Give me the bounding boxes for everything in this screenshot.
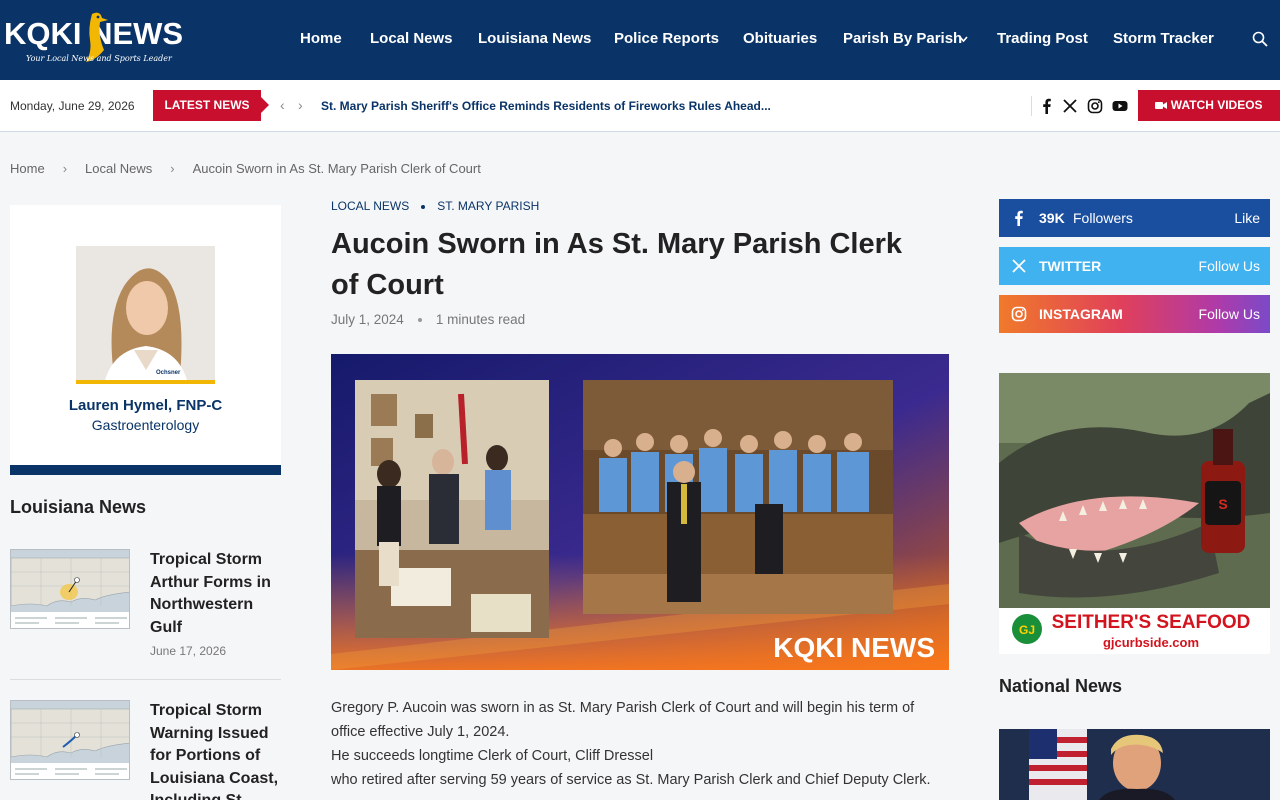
facebook-count: 39K [1039, 210, 1065, 226]
nav-parish-by-parish[interactable]: Parish By Parish [843, 30, 962, 47]
twitter-label: TWITTER [1039, 258, 1102, 274]
svg-text:S: S [1218, 496, 1227, 512]
article-hero-image: KQKI NEWS [331, 354, 949, 670]
category-local-news[interactable]: LOCAL NEWS [331, 199, 409, 213]
provider-photo: Ochsner [76, 246, 215, 384]
provider-portrait-illustration [76, 246, 215, 384]
top-navigation-bar: KQKI NEWS Your Local News and Sports Lea… [0, 0, 1280, 80]
storm-map-image [11, 701, 129, 779]
facebook-like-label: Like [1234, 210, 1260, 226]
nav-trading-post[interactable]: Trading Post [997, 30, 1088, 47]
news-ticker-bar: Monday, June 29, 2026 LATEST NEWS ‹ › St… [0, 80, 1280, 132]
instagram-follow-box[interactable]: INSTAGRAM Follow Us [999, 295, 1270, 333]
provider-specialty: Gastroenterology [91, 417, 200, 433]
article-paragraph: who retired after serving 59 years of se… [331, 772, 931, 788]
article-date: July 1, 2024 [331, 312, 404, 327]
meta-separator [417, 318, 422, 323]
provider-name: Lauren Hymel, FNP-C [68, 397, 223, 414]
article-categories: LOCAL NEWS ST. MARY PARISH [331, 199, 539, 213]
ad-url: gjcurbside.com [1103, 635, 1199, 650]
nav-police-reports[interactable]: Police Reports [614, 30, 719, 47]
article-meta: July 1, 2024 1 minutes read [331, 312, 525, 327]
nav-louisiana-news[interactable]: Louisiana News [478, 30, 591, 47]
social-divider [1031, 96, 1032, 116]
photo-accent-stripe [76, 380, 215, 384]
nav-storm-tracker[interactable]: Storm Tracker [1113, 30, 1214, 47]
sidebar-news-item[interactable]: Tropical Storm Arthur Forms in Northwest… [10, 549, 281, 669]
sidebar-news-item[interactable]: Tropical Storm Warning Issued for Portio… [10, 700, 281, 800]
storm-map-thumbnail[interactable] [10, 700, 130, 780]
ticker-prev-icon[interactable]: ‹ [280, 97, 285, 113]
sidebar-news-date: June 17, 2026 [150, 644, 227, 658]
hero-watermark: KQKI NEWS [773, 632, 935, 663]
breadcrumb-current: Aucoin Sworn in As St. Mary Parish Clerk… [192, 161, 481, 176]
sidebar-news-title[interactable]: Tropical Storm Arthur Forms in Northwest… [150, 549, 281, 639]
instagram-icon[interactable] [1087, 98, 1103, 114]
national-news-photo [999, 729, 1270, 800]
ad-logo: GJ [1019, 623, 1035, 637]
ticker-next-icon[interactable]: › [298, 97, 303, 113]
national-news-thumbnail[interactable] [999, 729, 1270, 800]
x-twitter-icon [1012, 259, 1026, 273]
youtube-icon[interactable] [1112, 98, 1128, 114]
louisiana-news-heading: Louisiana News [10, 497, 147, 517]
storm-map-thumbnail[interactable] [10, 549, 130, 629]
ticker-headline-link[interactable]: St. Mary Parish Sheriff's Office Reminds… [321, 99, 771, 113]
article-read-time: 1 minutes read [435, 312, 526, 327]
facebook-icon[interactable] [1039, 98, 1055, 114]
article-title: Aucoin Sworn in As St. Mary Parish Clerk… [331, 228, 903, 301]
ochsner-advertisement[interactable]: Ochsner Lauren Hymel, FNP-C Gastroentero… [10, 205, 281, 475]
article-body: Gregory P. Aucoin was sworn in as St. Ma… [331, 696, 949, 792]
nav-obituaries[interactable]: Obituaries [743, 30, 817, 47]
watch-videos-label: WATCH VIDEOS [1170, 98, 1263, 112]
watch-videos-button[interactable]: WATCH VIDEOS [1138, 90, 1280, 121]
facebook-icon [1015, 210, 1023, 226]
instagram-label: INSTAGRAM [1039, 306, 1123, 322]
article-paragraph: Gregory P. Aucoin was sworn in as St. Ma… [331, 700, 915, 740]
sidebar-divider [10, 679, 281, 680]
chevron-down-icon[interactable] [959, 36, 968, 43]
search-icon[interactable] [1252, 31, 1268, 47]
article-paragraph: He succeeds longtime Clerk of Court, Cli… [331, 748, 654, 764]
storm-map-image [11, 550, 129, 628]
facebook-follow-box[interactable]: 39K Followers Like [999, 199, 1270, 237]
x-twitter-icon[interactable] [1062, 98, 1078, 114]
category-separator [421, 204, 426, 209]
current-date: Monday, June 29, 2026 [10, 99, 135, 113]
video-camera-icon [1155, 102, 1168, 109]
photo-badge: Ochsner [156, 370, 181, 376]
swearing-in-photo-collage: KQKI NEWS [331, 354, 949, 670]
breadcrumb-separator-icon: › [170, 161, 175, 176]
breadcrumb-separator-icon: › [62, 161, 68, 176]
category-st-mary-parish[interactable]: ST. MARY PARISH [437, 199, 539, 213]
breadcrumb: Home › Local News › Aucoin Sworn in As St. M… [10, 161, 481, 176]
instagram-icon [1011, 306, 1027, 322]
nav-local-news[interactable]: Local News [370, 30, 453, 47]
main-nav: Home Local News Louisiana News Police Re… [0, 0, 1280, 80]
ad-footer-bar [10, 465, 281, 475]
nav-home[interactable]: Home [300, 30, 342, 47]
facebook-followers-label: Followers [1073, 210, 1133, 226]
breadcrumb-home[interactable]: Home [10, 161, 45, 176]
ad-brand: SEITHER'S SEAFOOD [1052, 612, 1251, 633]
breadcrumb-local-news[interactable]: Local News [85, 161, 152, 176]
alligator-hot-sauce-photo: S SEITHER'S SEAFOOD gjcurbside.com GJ [999, 373, 1270, 654]
instagram-follow-label: Follow Us [1198, 306, 1260, 322]
twitter-follow-label: Follow Us [1198, 258, 1260, 274]
twitter-follow-box[interactable]: TWITTER Follow Us [999, 247, 1270, 285]
seithers-seafood-advertisement[interactable]: S SEITHER'S SEAFOOD gjcurbside.com GJ [999, 373, 1270, 654]
sidebar-news-title[interactable]: Tropical Storm Warning Issued for Portio… [150, 700, 281, 800]
latest-news-badge: LATEST NEWS [153, 90, 269, 121]
national-news-heading: National News [999, 676, 1123, 696]
